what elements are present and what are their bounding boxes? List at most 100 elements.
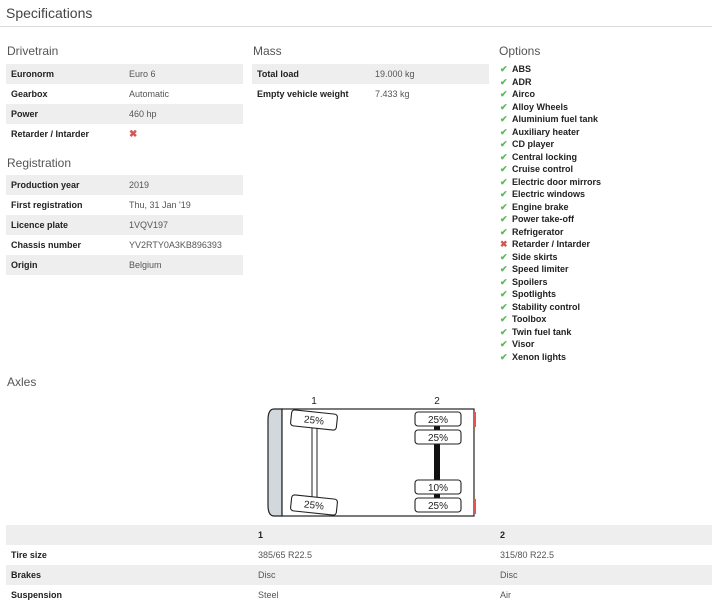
axle-number-label: 2 (434, 396, 440, 407)
tire-load-label: 25% (428, 415, 448, 426)
option-item: ✔ Refrigerator (500, 226, 601, 239)
check-icon: ✔ (500, 126, 508, 137)
option-label: ADR (512, 76, 532, 87)
option-label: Twin fuel tank (512, 326, 572, 337)
row-value: Thu, 31 Jan '19 (129, 200, 191, 210)
row-label: Power (6, 104, 124, 124)
option-label: Retarder / Intarder (512, 239, 591, 249)
row-label: Retarder / Intarder (11, 129, 90, 139)
row-label: Suspension (11, 590, 63, 600)
check-icon: ✔ (500, 264, 508, 274)
table-row: Suspension Steel Air (6, 585, 712, 605)
registration-table: Production year 2019 First registration … (6, 175, 243, 275)
registration-title: Registration (7, 156, 72, 170)
option-label: Visor (512, 339, 535, 349)
option-item: ✔ Auxiliary heater (500, 126, 601, 139)
header-cell (6, 525, 253, 545)
table-row: Production year 2019 (6, 175, 243, 195)
check-icon: ✔ (500, 276, 508, 287)
option-label: Cruise control (512, 164, 574, 174)
row-label: Gearbox (11, 89, 48, 99)
row-label: Tire size (11, 550, 47, 560)
check-icon: ✔ (500, 114, 508, 124)
option-item: ✔ Spotlights (500, 288, 601, 301)
check-icon: ✔ (500, 251, 508, 262)
axle-diagram: 1 2 25% 25% 25% 25% 10% 25% (267, 396, 476, 517)
option-label: Spoilers (512, 276, 548, 287)
header-cell: 1 (253, 525, 495, 545)
option-item: ✔ ABS (500, 63, 601, 76)
options-title: Options (499, 44, 541, 58)
option-label: Toolbox (512, 314, 547, 324)
row-label: Origin (6, 255, 124, 275)
check-icon: ✔ (500, 76, 508, 87)
check-icon: ✔ (500, 89, 508, 99)
row-value: 19.000 kg (370, 64, 489, 84)
check-icon: ✔ (500, 139, 508, 149)
option-item: ✔ Electric door mirrors (500, 176, 601, 189)
check-icon: ✔ (500, 326, 508, 337)
option-label: CD player (512, 139, 555, 149)
check-icon: ✔ (500, 64, 508, 74)
cab-shape (267, 408, 283, 517)
tire-load-label: 10% (428, 483, 448, 494)
check-icon: ✔ (500, 289, 508, 299)
row-value: Air (500, 590, 511, 600)
table-row: Total load 19.000 kg (252, 64, 489, 84)
check-icon: ✔ (500, 176, 508, 187)
axle-shaft (311, 425, 318, 501)
option-label: Side skirts (512, 251, 558, 262)
rear-light (473, 412, 476, 427)
row-label: Empty vehicle weight (257, 89, 349, 99)
option-label: Power take-off (512, 214, 575, 224)
option-label: Auxiliary heater (512, 126, 580, 137)
table-row: Gearbox Automatic (6, 84, 243, 104)
option-label: Engine brake (512, 201, 569, 212)
drivetrain-title: Drivetrain (7, 44, 59, 58)
check-icon: ✔ (500, 301, 508, 312)
option-label: Aluminium fuel tank (512, 114, 599, 124)
axle-number-label: 1 (311, 396, 317, 407)
mass-title: Mass (253, 44, 282, 58)
row-value: YV2RTY0A3KB896393 (129, 240, 222, 250)
table-row: Licence plate 1VQV197 (6, 215, 243, 235)
option-label: Airco (512, 89, 536, 99)
row-value: 2019 (124, 175, 243, 195)
cross-icon: ✖ (500, 239, 508, 249)
tire-load-label: 25% (428, 433, 448, 444)
row-value: Belgium (124, 255, 243, 275)
row-value: 385/65 R22.5 (258, 550, 313, 560)
check-icon: ✔ (500, 164, 508, 174)
header-cell: 2 (495, 525, 712, 545)
row-value: Euro 6 (124, 64, 243, 84)
title-divider (0, 26, 712, 27)
option-item: ✔ Stability control (500, 301, 601, 314)
row-value: Steel (258, 590, 279, 600)
table-header-row: 1 2 (6, 525, 712, 545)
option-label: Spotlights (512, 289, 556, 299)
option-item: ✔ CD player (500, 138, 601, 151)
row-value: 1VQV197 (124, 215, 243, 235)
check-icon: ✔ (500, 339, 508, 349)
option-item: ✔ Aluminium fuel tank (500, 113, 601, 126)
row-label: Production year (6, 175, 124, 195)
tire-load-label: 25% (303, 414, 324, 427)
tire-load-label: 25% (303, 499, 324, 512)
option-item: ✔ ADR (500, 76, 601, 89)
tire: 25% (414, 429, 462, 445)
option-item: ✔ Side skirts (500, 251, 601, 264)
option-item: ✔ Spoilers (500, 276, 601, 289)
row-value: 315/80 R22.5 (500, 550, 555, 560)
tire-load-label: 25% (428, 501, 448, 512)
option-label: Electric door mirrors (512, 176, 602, 187)
table-row: Tire size 385/65 R22.5 315/80 R22.5 (6, 545, 712, 565)
check-icon: ✔ (500, 351, 508, 362)
check-icon: ✔ (500, 151, 508, 162)
option-item: ✔ Power take-off (500, 213, 601, 226)
row-value: Disc (495, 565, 712, 585)
axle-specs-table: 1 2 Tire size 385/65 R22.5 315/80 R22.5 … (6, 525, 712, 605)
row-value: Automatic (129, 89, 170, 99)
option-item: ✖ Retarder / Intarder (500, 238, 601, 251)
table-row: Origin Belgium (6, 255, 243, 275)
table-row: Power 460 hp (6, 104, 243, 124)
